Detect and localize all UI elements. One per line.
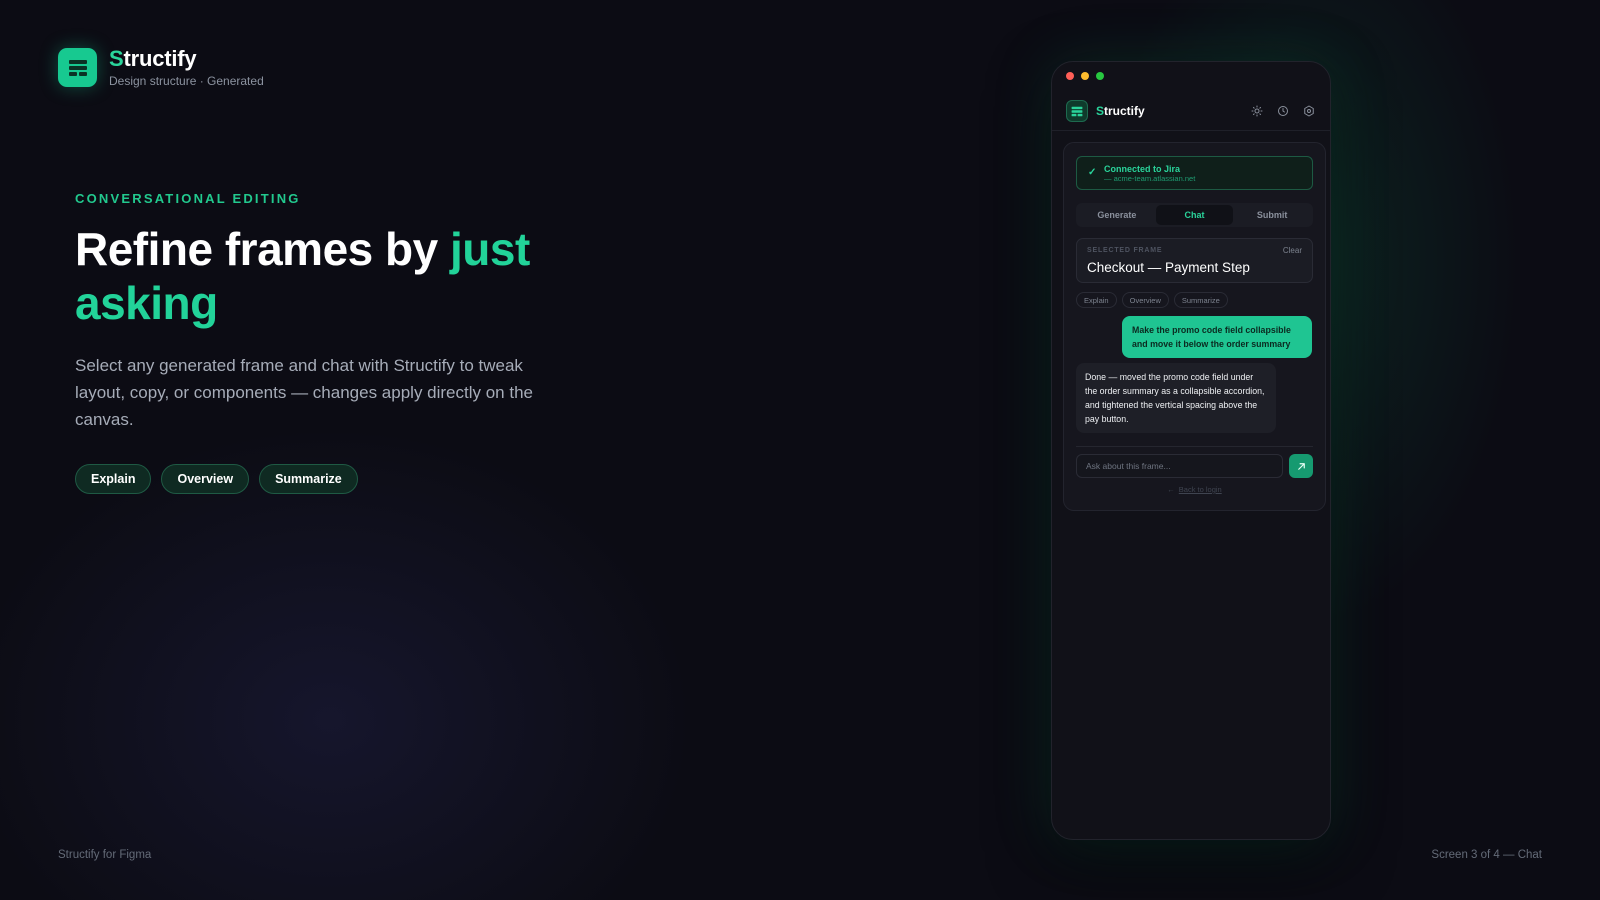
user-message: Make the promo code field collapsible an… bbox=[1122, 316, 1312, 358]
connection-title: Connected to Jira bbox=[1104, 164, 1181, 174]
brand-text: Structify Design structure · Generated bbox=[109, 46, 264, 89]
quick-action-overview[interactable]: Overview bbox=[1121, 292, 1169, 308]
minimize-window-button[interactable] bbox=[1081, 72, 1089, 80]
brand-name-initial: S bbox=[109, 46, 124, 71]
headline: Refine frames by just asking bbox=[75, 222, 635, 330]
plugin-header: Structify bbox=[1052, 92, 1330, 131]
eyebrow: CONVERSATIONAL EDITING bbox=[75, 191, 301, 206]
window-controls bbox=[1066, 72, 1104, 80]
pill-explain[interactable]: Explain bbox=[75, 464, 152, 494]
tab-bar: Generate Chat Submit bbox=[1076, 203, 1313, 227]
layers-icon bbox=[1066, 100, 1088, 122]
ask-input[interactable] bbox=[1076, 454, 1283, 478]
brand-name: Structify bbox=[109, 46, 264, 71]
selected-frame-label: SELECTED FRAME bbox=[1087, 247, 1163, 254]
clear-selection-button[interactable]: Clear bbox=[1283, 246, 1302, 255]
chat-panel: ✓ Connected to Jira — acme-team.atlassia… bbox=[1063, 142, 1326, 511]
divider bbox=[1076, 446, 1313, 447]
connection-subtitle: — acme-team.atlassian.net bbox=[1104, 174, 1196, 183]
arrow-left-icon: ← bbox=[1167, 485, 1175, 494]
send-arrow-icon bbox=[1297, 462, 1305, 470]
footer-right: Screen 3 of 4 — Chat bbox=[1431, 849, 1542, 861]
quick-action-summarize[interactable]: Summarize bbox=[1173, 292, 1228, 308]
back-to-login-link[interactable]: ← Back to login bbox=[1064, 485, 1325, 494]
plugin-title-initial: S bbox=[1096, 104, 1105, 118]
hero-description: Select any generated frame and chat with… bbox=[75, 356, 533, 429]
plugin-title-rest: tructify bbox=[1104, 104, 1145, 118]
tab-submit[interactable]: Submit bbox=[1233, 205, 1311, 225]
brand: Structify Design structure · Generated bbox=[58, 46, 264, 89]
sun-icon[interactable] bbox=[1249, 104, 1264, 119]
send-button[interactable] bbox=[1289, 454, 1313, 478]
settings-icon[interactable] bbox=[1301, 104, 1316, 119]
connection-status: ✓ Connected to Jira — acme-team.atlassia… bbox=[1076, 156, 1313, 190]
brand-name-rest: tructify bbox=[123, 46, 197, 71]
close-window-button[interactable] bbox=[1066, 72, 1074, 80]
quick-actions: Explain Overview Summarize bbox=[1076, 292, 1228, 308]
back-to-login-label: Back to login bbox=[1178, 485, 1222, 494]
pill-summarize[interactable]: Summarize bbox=[259, 464, 358, 494]
feature-pills: Explain Overview Summarize bbox=[75, 464, 358, 494]
selected-frame-card: SELECTED FRAME Clear Checkout — Payment … bbox=[1076, 238, 1313, 283]
pill-overview[interactable]: Overview bbox=[161, 464, 250, 494]
quick-action-explain[interactable]: Explain bbox=[1076, 292, 1117, 308]
footer-left: Structify for Figma bbox=[58, 849, 152, 861]
tab-generate[interactable]: Generate bbox=[1078, 205, 1156, 225]
maximize-window-button[interactable] bbox=[1096, 72, 1104, 80]
headline-plain: Refine frames by bbox=[75, 223, 450, 275]
selected-frame-title: Checkout — Payment Step bbox=[1087, 260, 1250, 275]
check-icon: ✓ bbox=[1088, 167, 1097, 178]
history-icon[interactable] bbox=[1275, 104, 1290, 119]
layers-icon bbox=[58, 48, 97, 88]
brand-subtitle: Design structure · Generated bbox=[109, 74, 264, 89]
tab-chat[interactable]: Chat bbox=[1155, 205, 1234, 225]
plugin-window: Structify ✓ Connected to Jira — acme-tea… bbox=[1051, 61, 1331, 840]
header-actions bbox=[1249, 104, 1316, 119]
assistant-message: Done — moved the promo code field under … bbox=[1076, 363, 1276, 433]
plugin-title: Structify bbox=[1096, 104, 1145, 118]
